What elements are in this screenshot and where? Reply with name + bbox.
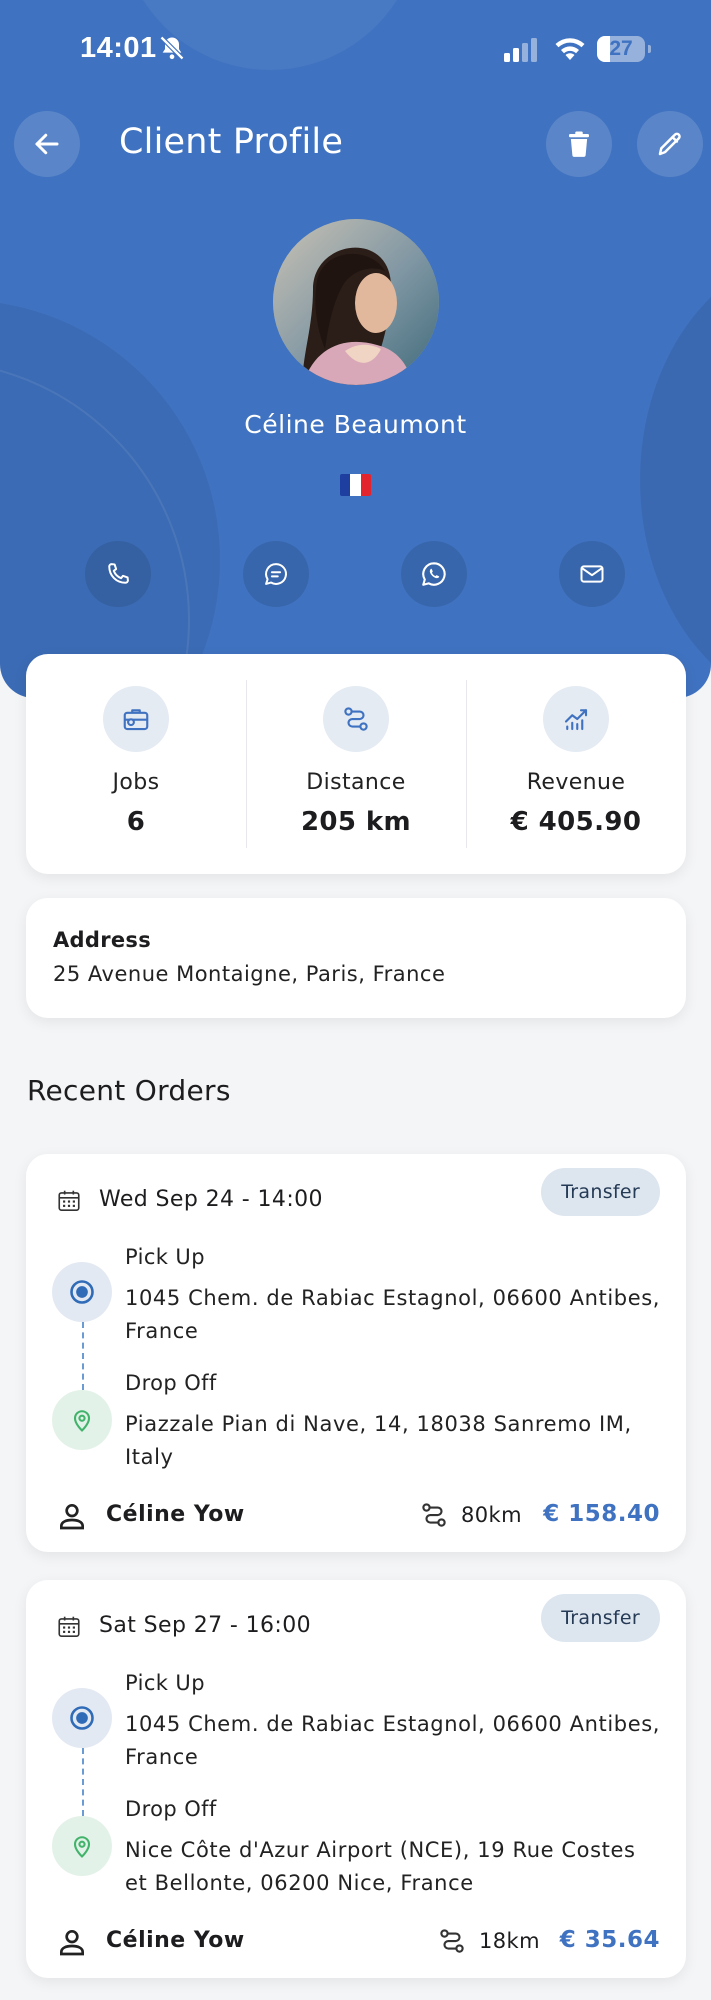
bell-muted-icon bbox=[159, 35, 185, 61]
map-pin-icon bbox=[73, 1836, 91, 1858]
order-datetime: Wed Sep 24 - 14:00 bbox=[99, 1187, 323, 1212]
stat-label: Distance bbox=[306, 770, 406, 795]
route-connector bbox=[82, 1322, 84, 1390]
chart-up-icon bbox=[564, 709, 588, 731]
arrow-left-icon bbox=[35, 133, 59, 155]
whatsapp-button[interactable] bbox=[401, 541, 467, 607]
order-card[interactable]: Sat Sep 27 - 16:00 Transfer Pick Up 1045… bbox=[26, 1580, 686, 1978]
call-button[interactable] bbox=[85, 541, 151, 607]
status-bar: 14:01 27 bbox=[0, 28, 711, 68]
chat-bubble-icon bbox=[265, 563, 287, 585]
stat-label: Revenue bbox=[526, 770, 626, 795]
person-icon bbox=[60, 1930, 84, 1956]
route-icon bbox=[344, 707, 368, 731]
stat-revenue: Revenue € 405.90 bbox=[466, 654, 686, 874]
stat-distance-icon-wrap bbox=[323, 686, 389, 752]
edit-button[interactable] bbox=[637, 111, 703, 177]
signal-icon bbox=[504, 38, 537, 62]
wifi-icon bbox=[555, 38, 585, 60]
calendar-icon bbox=[58, 1190, 80, 1212]
stat-label: Jobs bbox=[112, 770, 160, 795]
pickup-marker bbox=[52, 1688, 112, 1748]
pickup-label: Pick Up bbox=[125, 1245, 205, 1269]
pickup-address: 1045 Chem. de Rabiac Estagnol, 06600 Ant… bbox=[125, 1712, 661, 1769]
decor-circle bbox=[640, 250, 711, 698]
route-icon bbox=[422, 1503, 446, 1527]
route-icon bbox=[440, 1929, 464, 1953]
dropoff-label: Drop Off bbox=[125, 1371, 217, 1395]
stat-value: 205 km bbox=[300, 807, 412, 837]
order-distance: 80km bbox=[461, 1503, 522, 1527]
dropoff-marker bbox=[52, 1816, 112, 1876]
dropoff-label: Drop Off bbox=[125, 1797, 217, 1821]
order-type-badge: Transfer bbox=[541, 1168, 660, 1216]
pickup-address: 1045 Chem. de Rabiac Estagnol, 06600 Ant… bbox=[125, 1286, 661, 1343]
page-title: Client Profile bbox=[119, 122, 344, 162]
email-button[interactable] bbox=[559, 541, 625, 607]
phone-icon bbox=[108, 563, 129, 584]
stat-jobs: Jobs 6 bbox=[26, 654, 246, 874]
avatar-photo bbox=[273, 219, 439, 385]
driver-name: Céline Yow bbox=[106, 1928, 245, 1953]
dropoff-address: Nice Côte d'Azur Airport (NCE), 19 Rue C… bbox=[125, 1838, 636, 1895]
pickup-marker bbox=[52, 1262, 112, 1322]
stats-card: Jobs 6 Distance 205 km Revenue € 405.90 bbox=[26, 654, 686, 874]
message-button[interactable] bbox=[243, 541, 309, 607]
address-label: Address bbox=[53, 928, 152, 952]
pencil-icon bbox=[658, 132, 681, 156]
whatsapp-icon bbox=[422, 562, 446, 586]
dropoff-address: Piazzale Pian di Nave, 14, 18038 Sanremo… bbox=[125, 1412, 632, 1469]
briefcase-icon bbox=[123, 709, 149, 731]
order-card[interactable]: Wed Sep 24 - 14:00 Transfer Pick Up 1045… bbox=[26, 1154, 686, 1552]
stat-value: € 405.90 bbox=[510, 807, 642, 837]
delete-button[interactable] bbox=[546, 111, 612, 177]
stat-jobs-icon-wrap bbox=[103, 686, 169, 752]
driver-name: Céline Yow bbox=[106, 1502, 245, 1527]
target-icon bbox=[70, 1280, 94, 1304]
france-flag-icon bbox=[340, 474, 371, 496]
trash-icon bbox=[569, 131, 589, 157]
order-type-badge: Transfer bbox=[541, 1594, 660, 1642]
back-button[interactable] bbox=[14, 111, 80, 177]
client-name: Céline Beaumont bbox=[244, 410, 467, 439]
target-icon bbox=[70, 1706, 94, 1730]
dropoff-marker bbox=[52, 1390, 112, 1450]
person-icon bbox=[60, 1504, 84, 1530]
avatar bbox=[273, 219, 439, 385]
order-distance: 18km bbox=[479, 1929, 540, 1953]
route-connector bbox=[82, 1748, 84, 1816]
recent-orders-title: Recent Orders bbox=[27, 1074, 231, 1107]
status-time: 14:01 bbox=[80, 32, 157, 64]
pickup-label: Pick Up bbox=[125, 1671, 205, 1695]
order-datetime: Sat Sep 27 - 16:00 bbox=[99, 1613, 312, 1638]
stat-distance: Distance 205 km bbox=[246, 654, 466, 874]
calendar-icon bbox=[58, 1616, 80, 1638]
stat-revenue-icon-wrap bbox=[543, 686, 609, 752]
address-card: Address 25 Avenue Montaigne, Paris, Fran… bbox=[26, 898, 686, 1018]
map-pin-icon bbox=[73, 1410, 91, 1432]
order-price: € 35.64 bbox=[559, 1927, 660, 1953]
profile-header: 14:01 27 Client Profile Céline Beaumont bbox=[0, 0, 711, 698]
stat-value: 6 bbox=[126, 807, 146, 837]
envelope-icon bbox=[580, 565, 604, 583]
battery-level: 27 bbox=[609, 37, 633, 60]
battery-indicator: 27 bbox=[597, 36, 651, 62]
order-price: € 158.40 bbox=[543, 1501, 660, 1527]
address-value: 25 Avenue Montaigne, Paris, France bbox=[53, 962, 446, 986]
